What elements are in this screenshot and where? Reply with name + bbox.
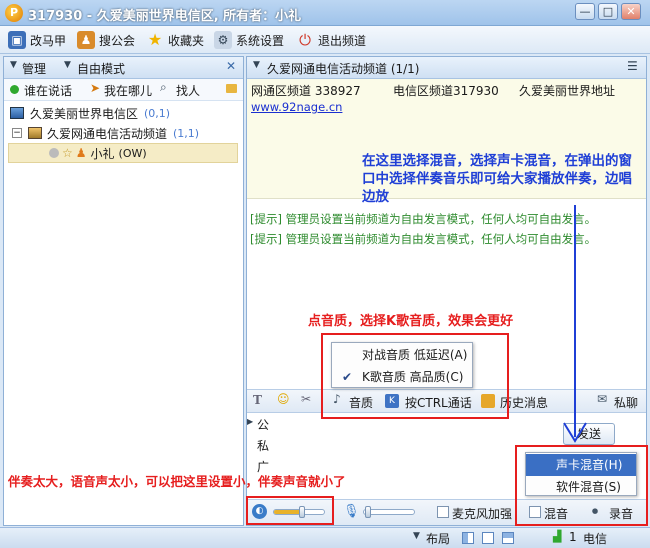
settings-icon: ⚙ [214,31,232,49]
mic-boost-checkbox[interactable] [437,506,449,518]
where-am-i-button[interactable]: 我在哪儿 [104,82,152,99]
tree-channel-count: (1,1) [173,126,200,140]
who-is-talking-button[interactable]: 谁在说话 [24,82,72,99]
tree-channel-name: 久爱网通电信活动频道 [47,126,168,141]
status-bar: ▼ 布局 ▟ 1 电信 [0,527,650,548]
annotation-quality-box [321,333,509,419]
emoji-icon[interactable]: ☺ [277,392,290,406]
arrow-icon: ➤ [90,81,101,95]
window-title: 317930 - 久爱美丽世界电信区, 所有者：小礼 [28,9,302,24]
favorites-label: 收藏夹 [168,33,205,48]
tab-public[interactable]: 公 [257,416,269,433]
microphone-icon[interactable]: 🎙 [343,504,360,519]
tree-root-count: (0,1) [144,106,171,120]
title-bar[interactable]: P 317930 - 久爱美丽世界电信区, 所有者：小礼 — □ ✕ [0,0,650,26]
exit-channel-label: 退出频道 [318,33,367,48]
screenshot-icon[interactable]: ✂ [301,392,311,406]
system-settings-label: 系统设置 [236,33,285,48]
channel-tree-panel: ▼ 管理 ▼ 自由模式 ✕ 谁在说话 ➤ 我在哪儿 ⌕ 找人 久爱美丽世界电信区… [3,56,244,526]
annotation-quality-text: 点音质，选择K歌音质，效果会更好 [308,314,514,329]
app-logo-icon: P [5,4,23,22]
user-name: 小礼 [90,146,115,161]
close-window-button[interactable]: ✕ [621,3,641,20]
left-panel-subbar: 谁在说话 ➤ 我在哪儿 ⌕ 找人 [4,79,243,101]
exit-channel-button[interactable]: ⏻ 退出频道 [296,30,366,50]
right-panel-header: ▼ 久爱网通电信活动频道 (1/1) ☰ [247,57,646,79]
tree-user-row[interactable]: ☆ ♟ 小礼 (OW) [8,143,238,163]
system-message: [提示] 管理员设置当前频道为自由发言模式，任何人均可自由发言。 [250,212,597,226]
private-chat-button[interactable]: 私聊 [614,394,638,411]
layout-split-icon[interactable] [462,532,474,544]
magnifier-icon: ⌕ [160,80,167,94]
server-icon [10,107,24,119]
collapse-icon[interactable]: − [12,128,22,138]
id-card-icon: ▣ [8,31,26,49]
change-nickname-label: 改马甲 [30,33,67,48]
star-outline-icon: ☆ [62,146,73,160]
layout-stack-icon[interactable] [502,532,514,544]
font-icon[interactable]: T [253,393,262,407]
mic-volume-thumb[interactable] [365,506,371,518]
dropdown-arrow-icon: ▼ [64,60,71,70]
layout-button[interactable]: 布局 [426,530,450,547]
carrier-label: 电信 [583,532,608,546]
search-guild-label: 搜公会 [99,33,136,48]
list-menu-icon[interactable]: ☰ [627,59,638,73]
system-settings-button[interactable]: ⚙ 系统设置 [214,30,284,50]
channel-icon [28,127,42,139]
green-dot-icon [10,85,19,94]
mode-select[interactable]: 自由模式 [77,60,125,77]
mic-status-icon [49,148,59,158]
minimize-button[interactable]: — [575,3,595,20]
notice-link[interactable]: www.92nage.cn [251,100,342,114]
notice-address-label: 久爱美丽世界地址 [519,84,616,98]
system-message: [提示] 管理员设置当前频道为自由发言模式，任何人均可自由发言。 [250,232,597,246]
layout-single-icon[interactable] [482,532,494,544]
signal-count: 1 [569,530,577,544]
main-toolbar: ▣ 改马甲 ♟ 搜公会 ★ 收藏夹 ⚙ 系统设置 ⏻ 退出频道 [0,26,650,54]
annotation-volume-box [246,496,334,525]
favorites-button[interactable]: ★ 收藏夹 [146,30,204,50]
user-avatar-icon: ♟ [75,146,87,160]
signal-icon: ▟ [553,530,562,543]
chevron-down-icon: ▼ [253,60,260,70]
annotation-volume-text: 伴奏太大，语音声太小，可以把这里设置小，伴奏声音就小了 [8,474,346,489]
annotation-blue-text: 在这里选择混音，选择声卡混音，在弹出的窗口中选择伴奏音乐即可给大家播放伴奏，边唱… [362,153,632,205]
people-icon: ♟ [77,31,95,49]
lock-icon [226,84,237,93]
change-nickname-button[interactable]: ▣ 改马甲 [8,30,66,50]
caret-right-icon: ▶ [247,417,254,426]
star-icon: ★ [147,30,163,49]
power-icon: ⏻ [299,31,311,49]
notice-telecom: 电信区频道317930 [393,84,499,98]
tab-private[interactable]: 私 [257,437,269,454]
annotation-mix-box [515,445,648,526]
channel-title: 久爱网通电信活动频道 (1/1) [267,62,420,76]
manage-tab[interactable]: 管理 [22,60,46,77]
dropdown-arrow-icon: ▼ [413,531,420,541]
left-panel-header: ▼ 管理 ▼ 自由模式 ✕ [4,57,243,79]
private-chat-icon: ✉ [597,392,608,406]
tree-channel[interactable]: − 久爱网通电信活动频道 (1,1) [4,123,243,143]
tree-root[interactable]: 久爱美丽世界电信区 (0,1) [4,103,243,123]
annotation-blue-arrow [563,205,587,443]
user-tag: (OW) [118,146,147,160]
chevron-down-icon: ▼ [10,60,17,70]
find-person-button[interactable]: 找人 [176,82,200,99]
close-panel-button[interactable]: ✕ [226,59,236,73]
mic-boost-label: 麦克风加强 [452,507,513,521]
search-guild-button[interactable]: ♟ 搜公会 [77,30,135,50]
notice-network: 网通区频道 338927 [251,84,361,98]
channel-tree: 久爱美丽世界电信区 (0,1) − 久爱网通电信活动频道 (1,1) ☆ ♟ 小… [4,103,243,163]
tree-root-name: 久爱美丽世界电信区 [30,106,139,121]
maximize-button[interactable]: □ [598,3,618,20]
